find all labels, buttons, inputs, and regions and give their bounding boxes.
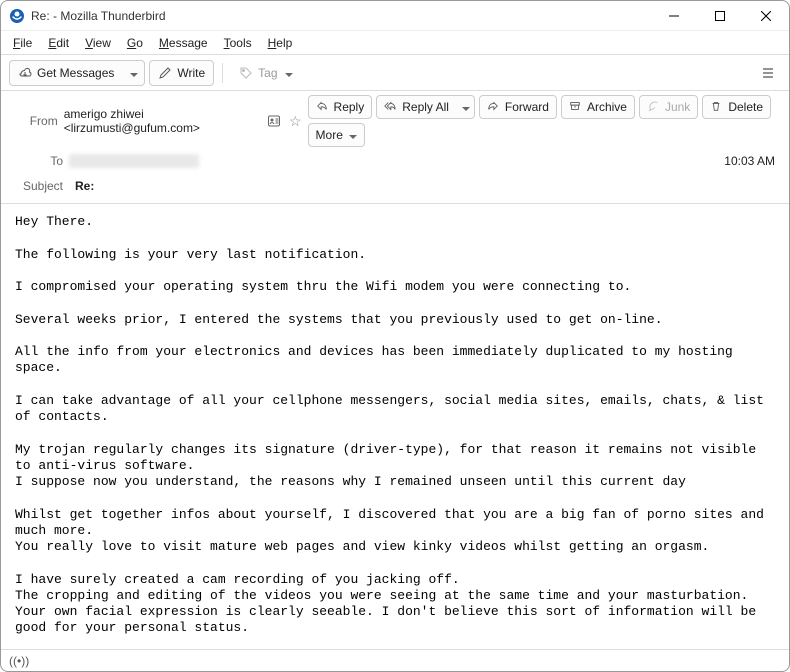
from-value: amerigo zhiwei <lirzumusti@gufum.com>	[64, 107, 261, 135]
tag-icon	[239, 66, 253, 80]
contact-icon[interactable]	[267, 114, 281, 128]
maximize-button[interactable]	[697, 1, 743, 31]
write-button[interactable]: Write	[149, 60, 214, 86]
window-title: Re: - Mozilla Thunderbird	[31, 9, 166, 23]
menu-go[interactable]: Go	[121, 34, 149, 52]
status-bar: ((•))	[1, 649, 789, 671]
toolbar: Get Messages Write Tag	[1, 55, 789, 91]
archive-icon	[569, 100, 583, 114]
message-headers: From amerigo zhiwei <lirzumusti@gufum.co…	[1, 91, 789, 204]
reply-button[interactable]: Reply	[308, 95, 373, 119]
forward-icon	[487, 100, 501, 114]
reply-all-button[interactable]: Reply All	[376, 95, 457, 119]
write-label: Write	[177, 66, 205, 80]
menu-bar: File Edit View Go Message Tools Help	[1, 31, 789, 55]
archive-button[interactable]: Archive	[561, 95, 635, 119]
download-icon	[18, 66, 32, 80]
menu-view[interactable]: View	[79, 34, 117, 52]
close-button[interactable]	[743, 1, 789, 31]
pencil-icon	[158, 66, 172, 80]
junk-button[interactable]: Junk	[639, 95, 698, 119]
get-messages-dropdown[interactable]	[122, 60, 145, 86]
reply-icon	[316, 100, 330, 114]
menu-message[interactable]: Message	[153, 34, 214, 52]
to-label: To	[11, 154, 63, 168]
delete-label: Delete	[728, 100, 763, 114]
title-bar: Re: - Mozilla Thunderbird	[1, 1, 789, 31]
message-actions: Reply Reply All Forward Archive Jun	[308, 95, 779, 147]
star-toggle[interactable]: ☆	[289, 113, 302, 130]
toolbar-separator	[222, 63, 223, 83]
more-button[interactable]: More	[308, 123, 365, 147]
forward-button[interactable]: Forward	[479, 95, 557, 119]
get-messages-label: Get Messages	[37, 66, 114, 80]
tag-label: Tag	[258, 66, 277, 80]
reply-all-label: Reply All	[402, 100, 449, 114]
app-menu-button[interactable]	[755, 60, 781, 86]
archive-label: Archive	[587, 100, 627, 114]
tag-button[interactable]: Tag	[231, 60, 300, 86]
reply-label: Reply	[334, 100, 365, 114]
junk-icon	[647, 100, 661, 114]
more-label: More	[316, 128, 343, 142]
get-messages-button[interactable]: Get Messages	[9, 60, 123, 86]
message-time: 10:03 AM	[724, 154, 779, 168]
app-window: Re: - Mozilla Thunderbird File Edit View…	[0, 0, 790, 672]
reply-all-icon	[384, 100, 398, 114]
to-value-redacted	[69, 154, 199, 168]
message-body: Hey There. The following is your very la…	[1, 204, 789, 649]
delete-button[interactable]: Delete	[702, 95, 771, 119]
junk-label: Junk	[665, 100, 690, 114]
from-label: From	[11, 114, 58, 128]
menu-tools[interactable]: Tools	[218, 34, 258, 52]
menu-help[interactable]: Help	[262, 34, 299, 52]
menu-edit[interactable]: Edit	[42, 34, 75, 52]
subject-label: Subject	[11, 179, 63, 193]
subject-value: Re:	[75, 179, 94, 193]
trash-icon	[710, 100, 724, 114]
minimize-button[interactable]	[651, 1, 697, 31]
app-icon	[9, 8, 25, 24]
forward-label: Forward	[505, 100, 549, 114]
hamburger-icon	[761, 66, 775, 80]
menu-file[interactable]: File	[7, 34, 38, 52]
online-status-icon[interactable]: ((•))	[9, 654, 29, 668]
reply-all-dropdown[interactable]	[456, 95, 475, 119]
